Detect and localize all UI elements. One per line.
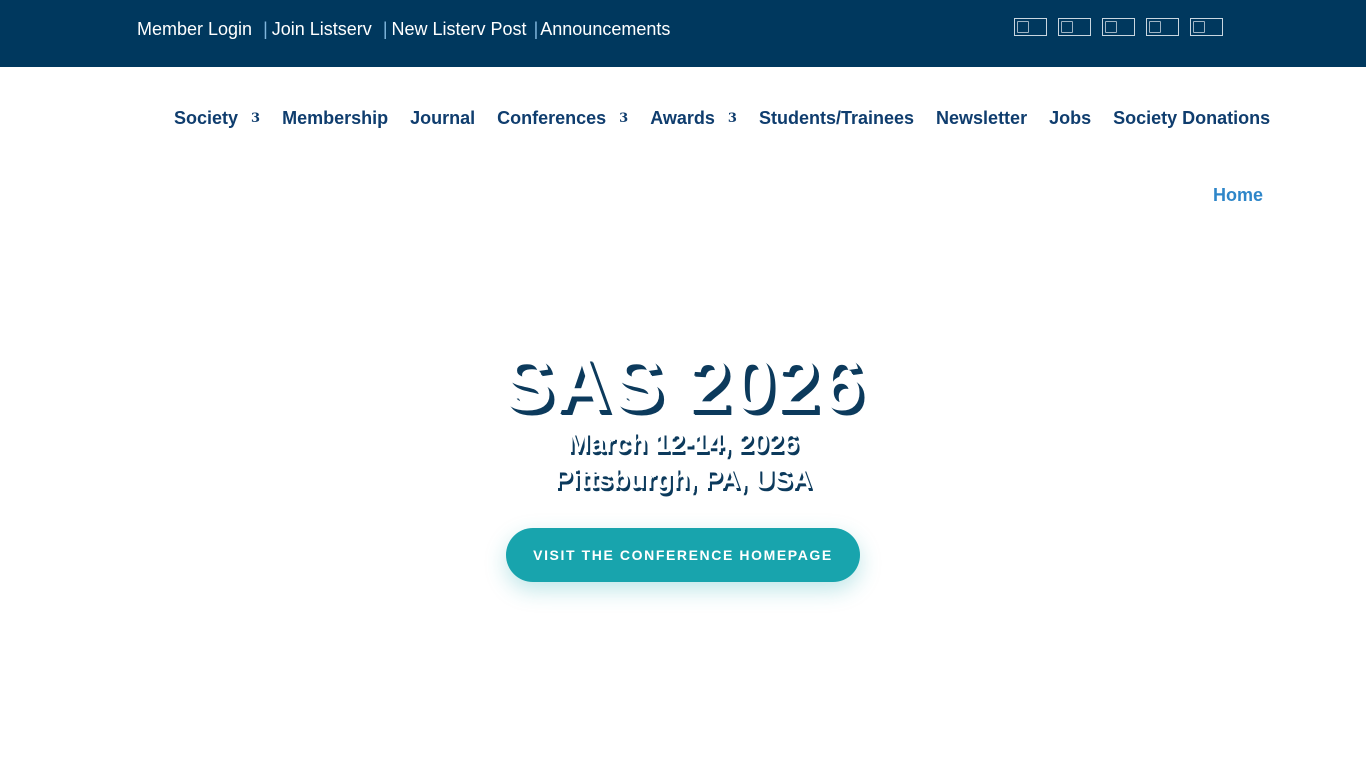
separator: |: [533, 19, 539, 39]
nav-label: Jobs: [1049, 108, 1092, 128]
nav-students-trainees[interactable]: Students/Trainees: [759, 108, 914, 129]
dropdown-arrow-icon: 3: [727, 111, 737, 126]
nav-label: Society: [174, 108, 239, 128]
nav-label: Awards: [650, 108, 715, 128]
social-icon-2[interactable]: [1058, 18, 1091, 36]
hero-location: Pittsburgh, PA, USA: [554, 464, 812, 494]
nav-society-donations[interactable]: Society Donations: [1113, 108, 1270, 129]
dropdown-arrow-icon: 3: [251, 111, 261, 126]
hero-date: March 12-14, 2026: [567, 428, 799, 458]
top-links: Member Login | Join Listserv | New Listerv…: [137, 19, 670, 40]
nav-society[interactable]: Society 3: [174, 108, 260, 129]
social-icon-5[interactable]: [1190, 18, 1223, 36]
main-navigation: Society 3 Membership Journal Conferences…: [174, 108, 1270, 129]
nav-jobs[interactable]: Jobs: [1049, 108, 1091, 129]
breadcrumb-home-link[interactable]: Home: [1213, 185, 1263, 206]
dropdown-arrow-icon: 3: [619, 111, 629, 126]
separator: |: [263, 19, 268, 39]
visit-conference-homepage-button[interactable]: VISIT THE CONFERENCE HOMEPAGE: [506, 528, 860, 582]
new-listserv-post-link[interactable]: New Listerv Post: [392, 19, 527, 39]
nav-label: Conferences: [497, 108, 607, 128]
top-bar: Member Login | Join Listserv | New Listerv…: [0, 0, 1366, 67]
nav-label: Society Donations: [1113, 108, 1271, 128]
hero-title: SAS 2026: [501, 342, 865, 427]
member-login-link[interactable]: Member Login: [137, 19, 252, 39]
separator: |: [382, 19, 388, 39]
social-icon-3[interactable]: [1102, 18, 1135, 36]
nav-label: Journal: [410, 108, 476, 128]
announcements-link[interactable]: Announcements: [540, 19, 670, 39]
nav-conferences[interactable]: Conferences 3: [497, 108, 628, 129]
nav-label: Students/Trainees: [758, 108, 915, 128]
social-icon-4[interactable]: [1146, 18, 1179, 36]
nav-newsletter[interactable]: Newsletter: [936, 108, 1027, 129]
nav-label: Newsletter: [936, 108, 1028, 128]
nav-awards[interactable]: Awards 3: [650, 108, 737, 129]
nav-label: Membership: [282, 108, 389, 128]
social-icon-1[interactable]: [1014, 18, 1047, 36]
join-listserv-link[interactable]: Join Listserv: [272, 19, 372, 39]
nav-membership[interactable]: Membership: [282, 108, 388, 129]
social-icons: [1014, 18, 1223, 36]
nav-journal[interactable]: Journal: [410, 108, 475, 129]
